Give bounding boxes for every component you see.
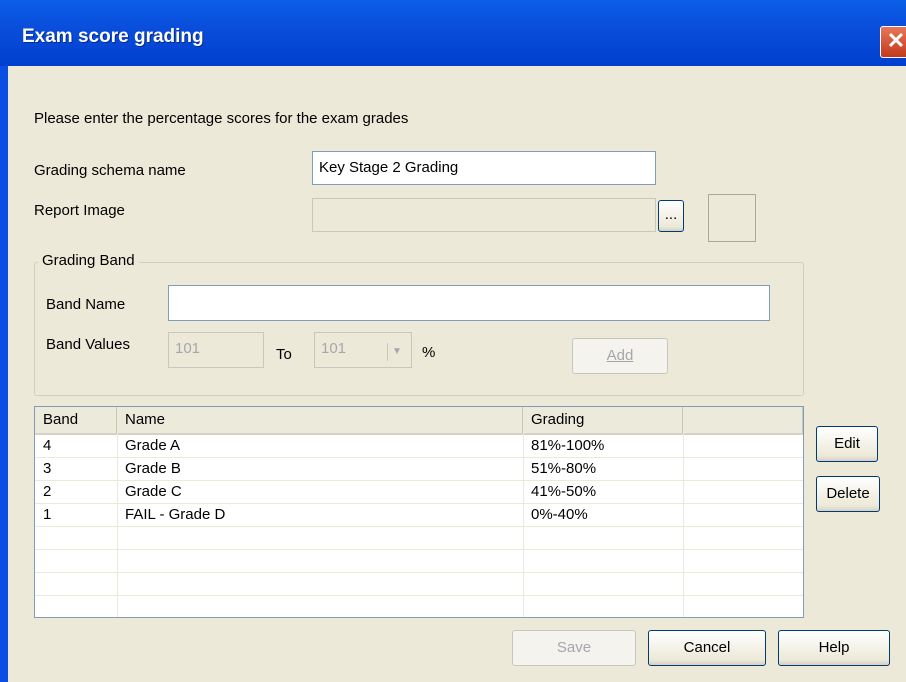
delete-button[interactable]: Delete bbox=[816, 476, 880, 512]
help-button[interactable]: Help bbox=[778, 630, 890, 666]
cancel-button[interactable]: Cancel bbox=[648, 630, 766, 666]
bands-table: Band Name Grading 4 Grade A 81%-100% 3 G… bbox=[34, 406, 804, 618]
grid-line bbox=[35, 595, 803, 596]
grid-line bbox=[523, 433, 524, 617]
delete-button-label: Delete bbox=[826, 485, 870, 502]
table-row[interactable]: 3 Grade B 51%-80% bbox=[35, 458, 803, 481]
edit-button[interactable]: Edit bbox=[816, 426, 878, 462]
column-header-band[interactable]: Band bbox=[35, 407, 117, 433]
grading-band-title: Grading Band bbox=[38, 252, 139, 269]
save-button[interactable]: Save bbox=[512, 630, 636, 666]
cell-band: 4 bbox=[43, 437, 52, 454]
report-image-preview bbox=[708, 194, 756, 242]
cell-name: Grade A bbox=[125, 437, 181, 454]
cell-name: FAIL - Grade D bbox=[125, 506, 226, 523]
to-label: To bbox=[276, 346, 292, 363]
cell-band: 1 bbox=[43, 506, 52, 523]
band-from-input[interactable]: 101 bbox=[168, 332, 264, 368]
close-icon[interactable]: ✕ bbox=[880, 26, 906, 58]
cell-grading: 51%-80% bbox=[531, 460, 597, 477]
table-header: Band Name Grading bbox=[35, 407, 803, 435]
band-to-input[interactable]: 101 ▼ bbox=[314, 332, 412, 368]
percent-label: % bbox=[422, 344, 436, 361]
grading-band-group bbox=[34, 262, 804, 396]
grid-line bbox=[35, 572, 803, 573]
window-frame bbox=[0, 0, 8, 682]
add-button[interactable]: Add bbox=[572, 338, 668, 374]
table-row[interactable]: 4 Grade A 81%-100% bbox=[35, 435, 803, 458]
table-row[interactable]: 1 FAIL - Grade D 0%-40% bbox=[35, 504, 803, 527]
grid-line bbox=[35, 549, 803, 550]
schema-name-input[interactable]: Key Stage 2 Grading bbox=[312, 151, 656, 185]
band-name-label: Band Name bbox=[46, 296, 126, 313]
table-row[interactable]: 2 Grade C 41%-50% bbox=[35, 481, 803, 504]
edit-button-label: Edit bbox=[834, 435, 860, 452]
column-header-empty[interactable] bbox=[683, 407, 803, 433]
chevron-down-icon[interactable]: ▼ bbox=[387, 343, 406, 361]
instructions-text: Please enter the percentage scores for t… bbox=[34, 110, 409, 127]
cell-grading: 81%-100% bbox=[531, 437, 605, 454]
report-image-input[interactable] bbox=[312, 198, 656, 232]
column-header-grading[interactable]: Grading bbox=[523, 407, 683, 433]
schema-name-label: Grading schema name bbox=[34, 162, 186, 179]
window-title: Exam score grading bbox=[22, 26, 204, 47]
grid-line bbox=[35, 526, 803, 527]
cell-grading: 0%-40% bbox=[531, 506, 588, 523]
cell-name: Grade B bbox=[125, 460, 181, 477]
cell-name: Grade C bbox=[125, 483, 182, 500]
band-values-label: Band Values bbox=[46, 336, 130, 353]
grid-line bbox=[35, 503, 803, 504]
grid-line bbox=[35, 457, 803, 458]
cell-grading: 41%-50% bbox=[531, 483, 597, 500]
grid-line bbox=[35, 480, 803, 481]
grid-line bbox=[117, 433, 118, 617]
cell-band: 3 bbox=[43, 460, 52, 477]
dialog-body: Please enter the percentage scores for t… bbox=[8, 66, 906, 682]
cell-band: 2 bbox=[43, 483, 52, 500]
band-name-input[interactable] bbox=[168, 285, 770, 321]
column-header-name[interactable]: Name bbox=[117, 407, 523, 433]
band-to-value: 101 bbox=[321, 340, 347, 357]
title-bar[interactable]: Exam score grading ✕ bbox=[0, 0, 906, 66]
help-button-label: Help bbox=[818, 639, 850, 656]
report-image-label: Report Image bbox=[34, 202, 125, 219]
add-button-label: Add bbox=[606, 347, 634, 364]
browse-button[interactable]: ... bbox=[658, 200, 684, 232]
grid-line bbox=[683, 433, 684, 617]
